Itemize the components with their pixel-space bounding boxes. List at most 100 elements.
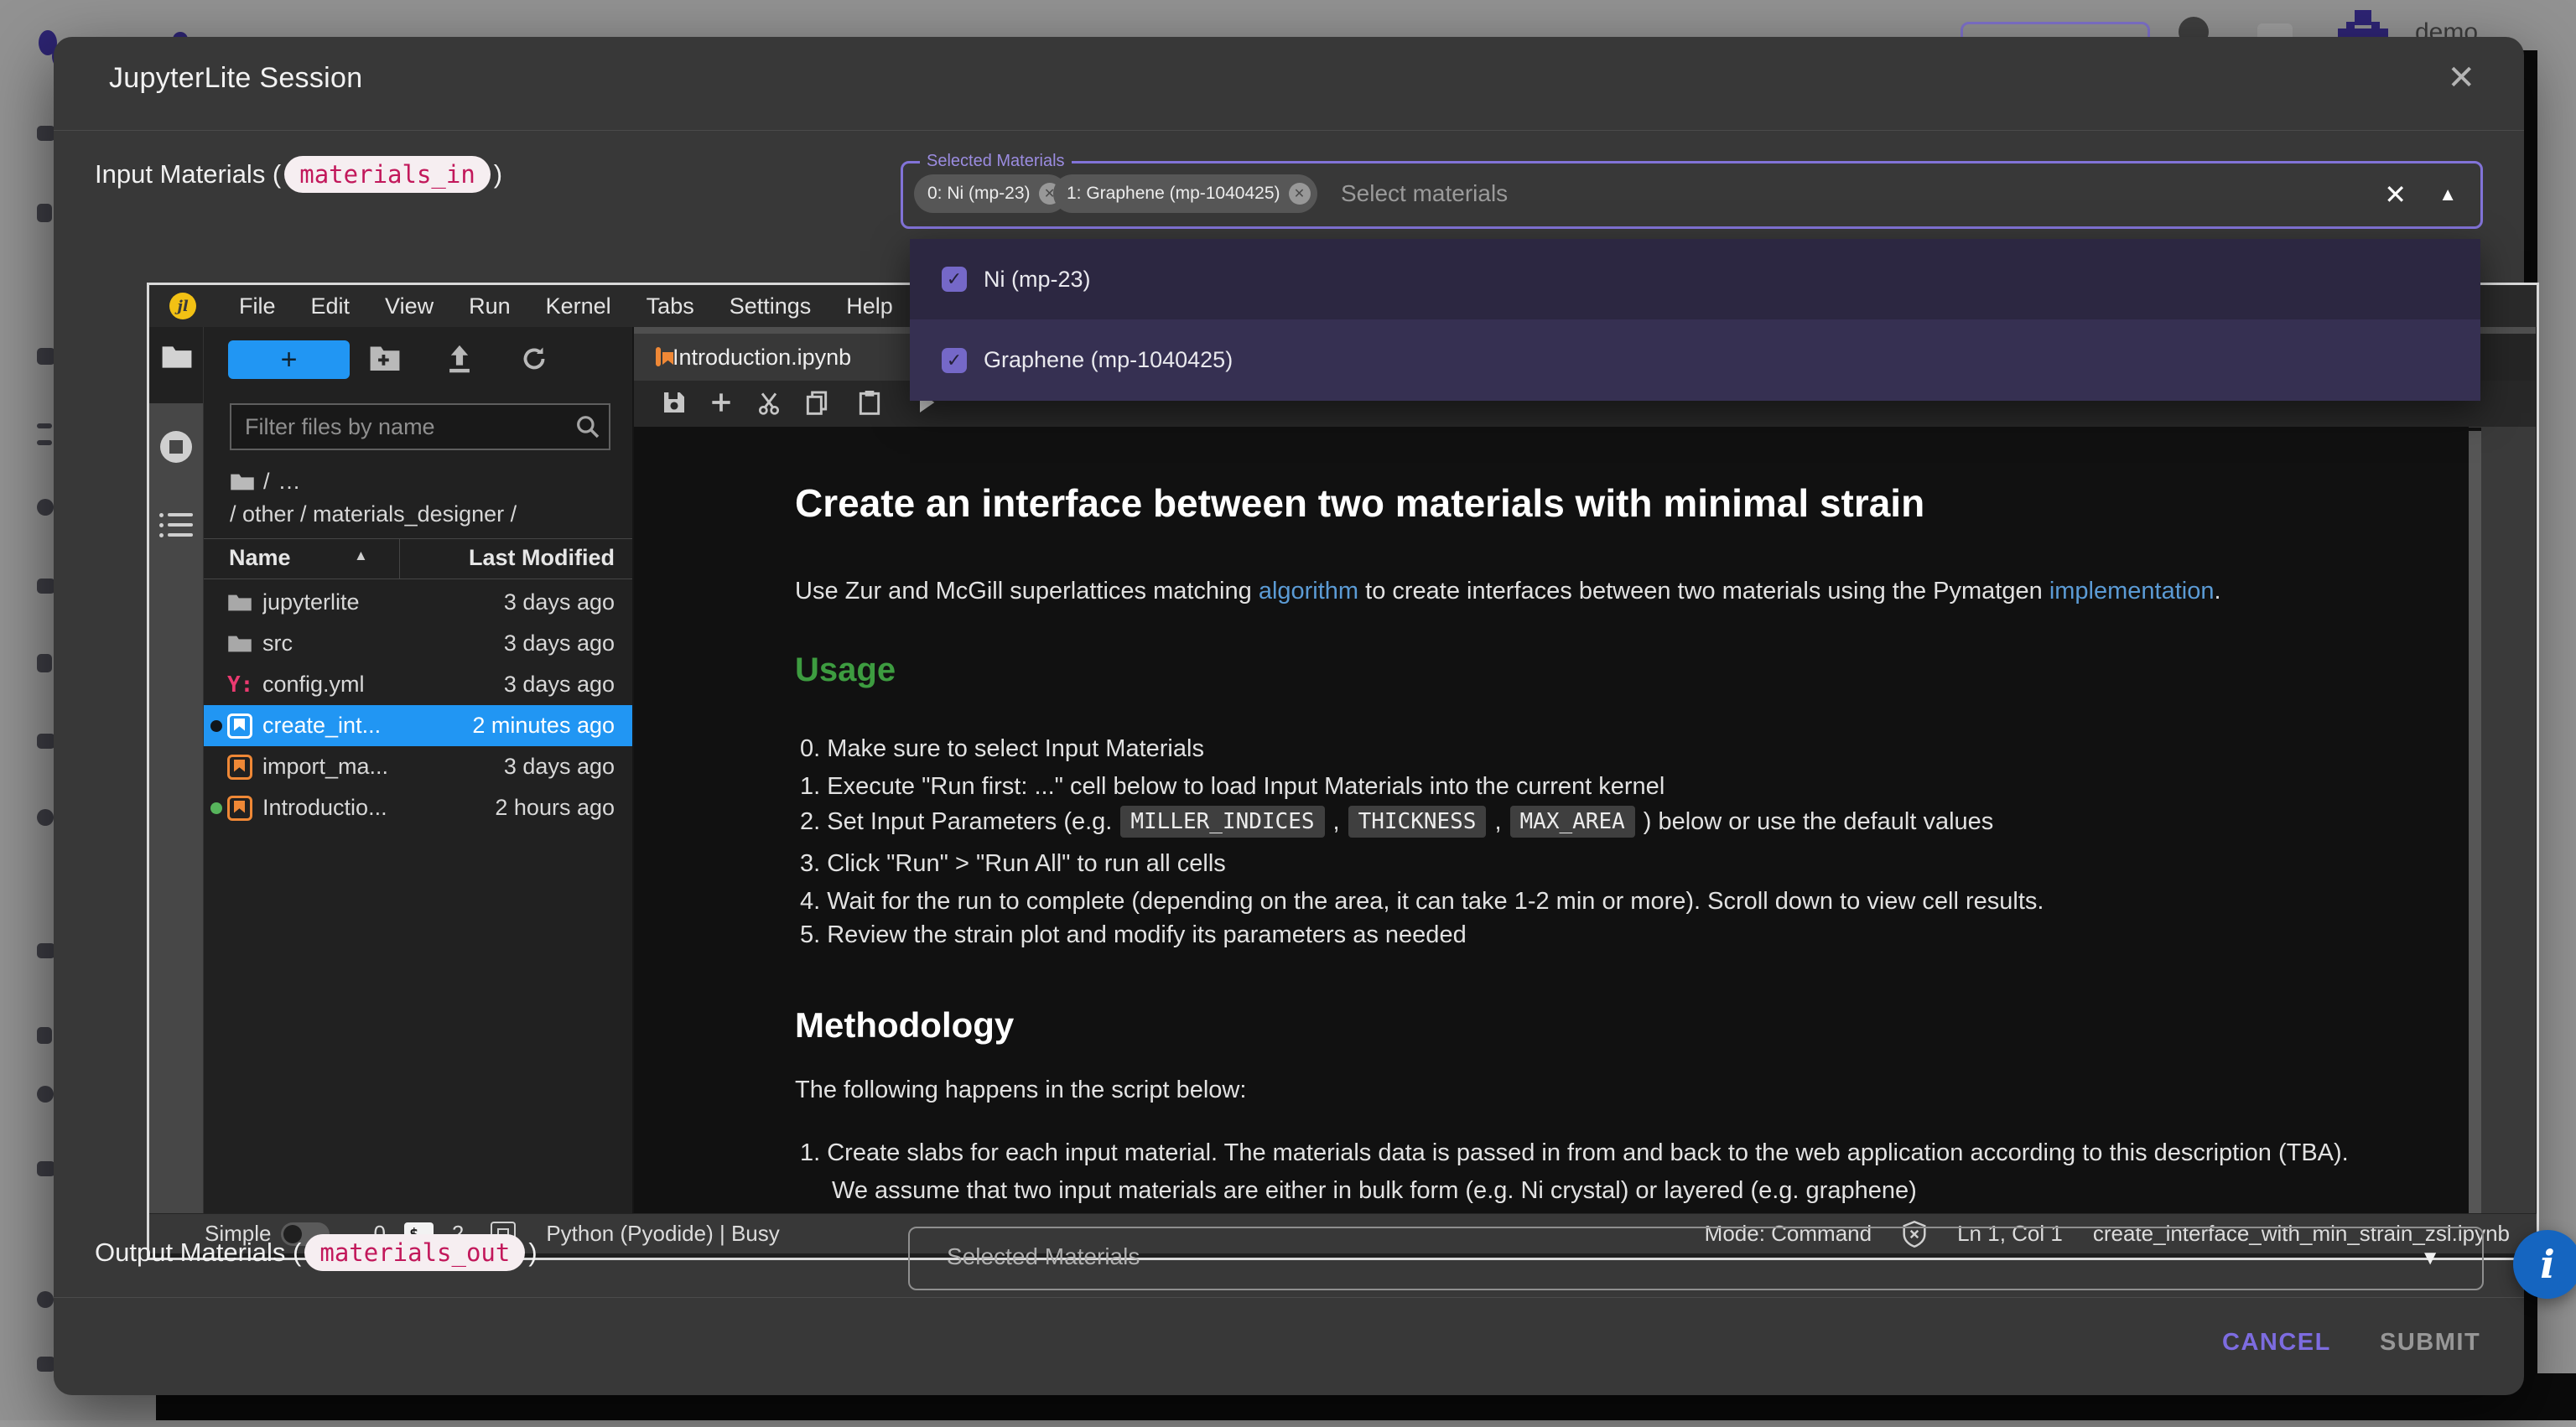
checkbox-checked-icon[interactable]: ✓ xyxy=(942,348,967,373)
breadcrumb-ellipsis[interactable]: … xyxy=(278,469,301,495)
table-of-contents-icon[interactable] xyxy=(159,513,193,538)
notebook-content: Create an interface between two material… xyxy=(634,427,2469,1213)
notebook-file-icon xyxy=(656,350,661,365)
sort-ascending-icon[interactable]: ▲ xyxy=(354,547,368,564)
paste-cells-icon[interactable] xyxy=(857,389,882,416)
code-chip-thickness: THICKNESS xyxy=(1348,806,1487,838)
file-row-create-interface[interactable]: create_int... 2 minutes ago xyxy=(204,705,633,746)
background-sidebar-icon xyxy=(37,499,54,516)
info-button[interactable]: i xyxy=(2513,1230,2576,1299)
upload-icon[interactable] xyxy=(445,344,474,374)
file-row-import-material[interactable]: import_ma... 3 days ago xyxy=(204,746,633,787)
new-folder-icon[interactable] xyxy=(369,344,401,372)
menu-help[interactable]: Help xyxy=(828,293,911,319)
folder-icon xyxy=(227,634,259,654)
material-chip-ni[interactable]: 0: Ni (mp-23) ✕ xyxy=(914,174,1067,213)
kernel-running-dot xyxy=(210,802,222,814)
file-name: create_int... xyxy=(262,713,472,739)
menu-edit[interactable]: Edit xyxy=(293,293,368,319)
collapse-caret-icon[interactable]: ▲ xyxy=(2438,184,2457,205)
file-name: src xyxy=(262,630,504,656)
file-modified: 3 days ago xyxy=(504,630,615,656)
save-icon[interactable] xyxy=(661,389,688,416)
breadcrumb-root[interactable]: / xyxy=(263,469,270,495)
methodology-item-1-cont: We assume that two input materials are e… xyxy=(832,1177,1917,1205)
background-sidebar-icon xyxy=(37,440,52,445)
notebook-scrollbar-thumb[interactable] xyxy=(2469,431,2481,1213)
copy-cells-icon[interactable] xyxy=(803,389,830,416)
file-modified: 2 hours ago xyxy=(495,795,615,821)
notebook-file-icon xyxy=(227,796,259,821)
background-sidebar-icon xyxy=(37,943,55,958)
column-name[interactable]: Name xyxy=(229,545,291,571)
input-materials-label: Input Materials ( materials_in ) xyxy=(95,156,502,193)
chip-remove-icon[interactable]: ✕ xyxy=(1289,183,1311,205)
cut-cells-icon[interactable] xyxy=(755,389,783,416)
search-icon xyxy=(574,413,601,440)
submit-button[interactable]: SUBMIT xyxy=(2380,1329,2480,1357)
materials-out-code-pill: materials_out xyxy=(304,1234,525,1271)
output-materials-label-paren: ) xyxy=(528,1238,537,1268)
file-row-src[interactable]: src 3 days ago xyxy=(204,623,633,664)
breadcrumb-path[interactable]: / other / materials_designer / xyxy=(230,501,517,527)
divider xyxy=(54,1297,2524,1298)
background-sidebar-icon xyxy=(37,1357,55,1372)
dropdown-caret-icon[interactable]: ▼ xyxy=(2420,1247,2440,1270)
menu-view[interactable]: View xyxy=(367,293,451,319)
notebook-scrollbar-gutter xyxy=(2481,427,2536,1213)
file-modified: 3 days ago xyxy=(504,672,615,698)
divider xyxy=(54,130,2524,131)
folder-icon[interactable] xyxy=(230,472,255,492)
cancel-button[interactable]: CANCEL xyxy=(2222,1329,2331,1357)
file-modified: 2 minutes ago xyxy=(472,713,615,739)
option-label: Ni (mp-23) xyxy=(984,267,1091,293)
materials-in-code-pill: materials_in xyxy=(284,156,491,193)
jupyterlab-window: jl File Edit View Run Kernel Tabs Settin… xyxy=(147,283,2539,1260)
menu-run[interactable]: Run xyxy=(451,293,528,319)
selected-materials-field[interactable]: Selected Materials 0: Ni (mp-23) ✕ 1: Gr… xyxy=(901,161,2483,229)
column-divider xyxy=(399,539,400,579)
background-sidebar-icon xyxy=(37,204,52,222)
usage-item-3: 3. Click "Run" > "Run All" to run all ce… xyxy=(800,850,1226,878)
material-chip-graphene[interactable]: 1: Graphene (mp-1040425) ✕ xyxy=(1053,174,1317,213)
file-row-jupyterlite[interactable]: jupyterlite 3 days ago xyxy=(204,582,633,623)
notebook-panel: Introduction.ipynb xyxy=(632,327,2536,1213)
background-sidebar-icon xyxy=(37,809,54,826)
output-materials-select[interactable]: Selected Materials ▼ xyxy=(908,1227,2484,1290)
background-sidebar-icon xyxy=(37,1086,54,1103)
menu-settings[interactable]: Settings xyxy=(712,293,829,319)
usage-item-0: 0. Make sure to select Input Materials xyxy=(800,735,1204,763)
refresh-icon[interactable] xyxy=(519,344,549,374)
menu-tabs[interactable]: Tabs xyxy=(629,293,712,319)
implementation-link[interactable]: implementation xyxy=(2049,578,2215,605)
file-browser-panel: + / … / xyxy=(203,327,633,1213)
usage-item-2: 2. Set Input Parameters (e.g. MILLER_IND… xyxy=(800,806,1993,838)
breadcrumb-path-text: / other / materials_designer / xyxy=(230,501,517,527)
running-sessions-icon[interactable] xyxy=(160,431,192,463)
menu-kernel[interactable]: Kernel xyxy=(528,293,629,319)
column-last-modified[interactable]: Last Modified xyxy=(469,545,615,571)
breadcrumb: / … xyxy=(230,469,301,495)
algorithm-link[interactable]: algorithm xyxy=(1259,578,1358,605)
close-icon[interactable]: ✕ xyxy=(2447,59,2475,97)
file-row-config[interactable]: Y: config.yml 3 days ago xyxy=(204,664,633,705)
add-cell-icon[interactable] xyxy=(708,389,735,416)
checkbox-checked-icon[interactable]: ✓ xyxy=(942,267,967,292)
notebook-file-icon xyxy=(227,755,259,780)
filter-files-input[interactable] xyxy=(230,403,610,450)
output-materials-label-text: Output Materials ( xyxy=(95,1238,301,1268)
option-graphene[interactable]: ✓ Graphene (mp-1040425) xyxy=(910,319,2480,401)
kernel-status[interactable]: Python (Pyodide) | Busy xyxy=(546,1221,779,1247)
menu-file[interactable]: File xyxy=(221,293,293,319)
file-row-introduction[interactable]: Introductio... 2 hours ago xyxy=(204,787,633,828)
usage-item-2-text: ) below or use the default values xyxy=(1644,808,1994,836)
material-chip-label: 0: Ni (mp-23) xyxy=(927,184,1031,204)
background-sidebar-icon xyxy=(37,579,55,594)
new-launcher-button[interactable]: + xyxy=(228,340,350,379)
background-sidebar-icon xyxy=(37,348,55,365)
notebook-intro-paragraph: Use Zur and McGill superlattices matchin… xyxy=(795,578,2221,605)
clear-selection-icon[interactable]: ✕ xyxy=(2384,179,2407,210)
file-browser-tab-icon[interactable] xyxy=(161,344,193,371)
option-ni[interactable]: ✓ Ni (mp-23) xyxy=(910,239,2480,319)
jupyter-left-rail xyxy=(149,327,203,1213)
